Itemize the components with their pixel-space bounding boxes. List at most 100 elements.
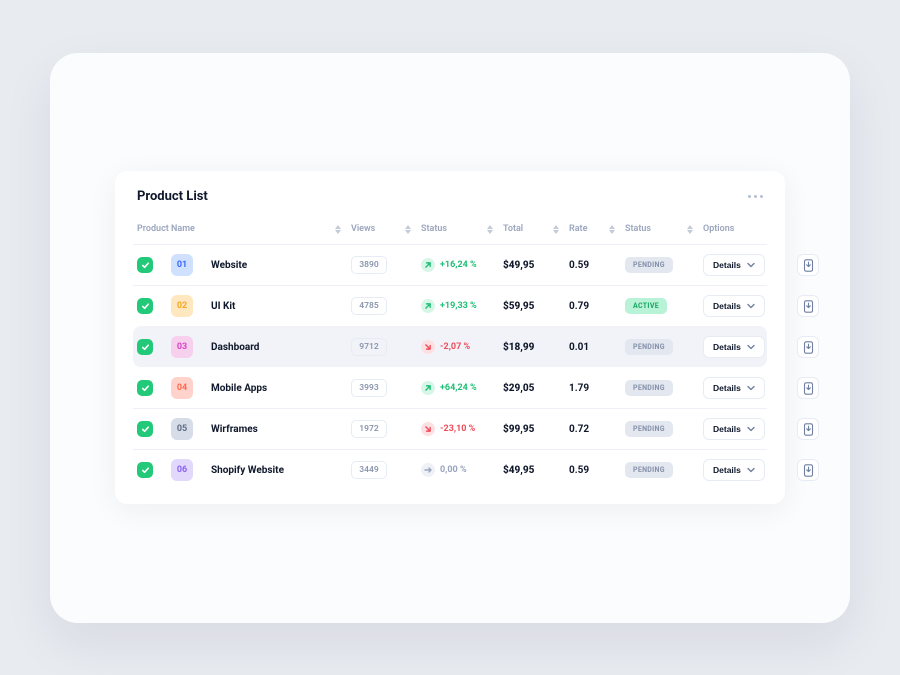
trend-down-icon <box>421 340 435 354</box>
table-header: Product Name Views Status <box>133 218 767 244</box>
download-icon <box>803 464 814 477</box>
status-badge: PENDING <box>625 462 673 478</box>
total-value: $49,95 <box>503 260 559 271</box>
sort-product-name[interactable] <box>335 225 341 234</box>
chevron-down-icon <box>747 262 755 268</box>
total-value: $49,95 <box>503 465 559 476</box>
details-button-label: Details <box>713 342 741 352</box>
col-status-trend: Status <box>421 224 447 234</box>
checkbox[interactable] <box>137 339 153 355</box>
details-button[interactable]: Details <box>703 254 765 276</box>
trend-cell: +19,33 % <box>421 299 493 313</box>
table-row[interactable]: 01Website3890+16,24 %$49,950.59PENDINGDe… <box>133 244 767 285</box>
rate-value: 0.01 <box>569 342 615 353</box>
product-name: Mobile Apps <box>211 383 341 394</box>
col-total: Total <box>503 224 523 234</box>
download-button[interactable] <box>797 254 819 276</box>
details-button-label: Details <box>713 383 741 393</box>
sort-status-trend[interactable] <box>487 225 493 234</box>
checkbox[interactable] <box>137 298 153 314</box>
trend-cell: +64,24 % <box>421 381 493 395</box>
sort-total[interactable] <box>553 225 559 234</box>
download-button[interactable] <box>797 336 819 358</box>
sort-rate[interactable] <box>609 225 615 234</box>
table-row[interactable]: 05 Wirframes 1972 -23,10 % $99,95 0.72 PENDING… <box>133 408 767 449</box>
panel-header: Product List <box>133 189 767 204</box>
product-name: Shopify Website <box>211 465 341 476</box>
col-views: Views <box>351 224 375 234</box>
total-value: $29,05 <box>503 383 559 394</box>
row-number-badge: 04 <box>171 377 193 399</box>
chevron-down-icon <box>747 426 755 432</box>
views-value: 3993 <box>351 379 387 397</box>
total-value: $59,95 <box>503 301 559 312</box>
product-name: Website <box>211 260 341 271</box>
download-button[interactable] <box>797 459 819 481</box>
trend-value: -23,10 % <box>440 424 475 434</box>
details-button[interactable]: Details <box>703 459 765 481</box>
trend-value: +64,24 % <box>440 383 477 393</box>
details-button-label: Details <box>713 465 741 475</box>
checkbox[interactable] <box>137 257 153 273</box>
product-name: Wirframes <box>211 424 341 435</box>
details-button-label: Details <box>713 260 741 270</box>
details-button[interactable]: Details <box>703 336 765 358</box>
total-value: $99,95 <box>503 424 559 435</box>
app-card: Product List Product Name Views <box>50 53 850 623</box>
col-rate: Rate <box>569 224 587 234</box>
checkbox[interactable] <box>137 380 153 396</box>
trend-up-icon <box>421 299 435 313</box>
views-value: 3449 <box>351 461 387 479</box>
rate-value: 0.79 <box>569 301 615 312</box>
row-number-badge: 05 <box>171 418 193 440</box>
chevron-down-icon <box>747 385 755 391</box>
status-badge: PENDING <box>625 339 673 355</box>
trend-value: 0,00 % <box>440 465 467 475</box>
col-product-name: Product Name <box>137 224 195 234</box>
details-button-label: Details <box>713 424 741 434</box>
table-row[interactable]: 03Dashboard9712-2,07 %$18,990.01PENDINGD… <box>133 326 767 367</box>
table-row[interactable]: 02UI Kit4785+19,33 %$59,950.79ACTIVEDeta… <box>133 285 767 326</box>
rate-value: 0.72 <box>569 424 615 435</box>
details-button[interactable]: Details <box>703 418 765 440</box>
download-icon <box>803 300 814 313</box>
download-button[interactable] <box>797 418 819 440</box>
views-value: 1972 <box>351 420 387 438</box>
download-icon <box>803 341 814 354</box>
trend-cell: 0,00 % <box>421 463 493 477</box>
status-badge: ACTIVE <box>625 298 667 314</box>
table-row[interactable]: 04Mobile Apps3993+64,24 %$29,051.79PENDI… <box>133 367 767 408</box>
details-button[interactable]: Details <box>703 295 765 317</box>
chevron-down-icon <box>747 467 755 473</box>
trend-cell: -23,10 % <box>421 422 493 436</box>
sort-status[interactable] <box>687 225 693 234</box>
row-number-badge: 03 <box>171 336 193 358</box>
trend-value: +19,33 % <box>440 301 477 311</box>
checkbox[interactable] <box>137 462 153 478</box>
product-list-panel: Product List Product Name Views <box>115 171 785 504</box>
download-icon <box>803 259 814 272</box>
chevron-down-icon <box>747 344 755 350</box>
download-button[interactable] <box>797 377 819 399</box>
total-value: $18,99 <box>503 342 559 353</box>
row-number-badge: 02 <box>171 295 193 317</box>
trend-value: -2,07 % <box>440 342 470 352</box>
table-row[interactable]: 06Shopify Website34490,00 %$49,950.59PEN… <box>133 449 767 490</box>
trend-value: +16,24 % <box>440 260 477 270</box>
product-name: Dashboard <box>211 342 341 353</box>
download-icon <box>803 382 814 395</box>
rate-value: 0.59 <box>569 260 615 271</box>
more-options-button[interactable] <box>748 195 763 198</box>
sort-views[interactable] <box>405 225 411 234</box>
download-button[interactable] <box>797 295 819 317</box>
trend-up-icon <box>421 258 435 272</box>
chevron-down-icon <box>747 303 755 309</box>
panel-title: Product List <box>137 189 208 204</box>
status-badge: PENDING <box>625 421 673 437</box>
views-value: 4785 <box>351 297 387 315</box>
col-status: Status <box>625 224 651 234</box>
checkbox[interactable] <box>137 421 153 437</box>
details-button[interactable]: Details <box>703 377 765 399</box>
row-number-badge: 06 <box>171 459 193 481</box>
trend-cell: -2,07 % <box>421 340 493 354</box>
